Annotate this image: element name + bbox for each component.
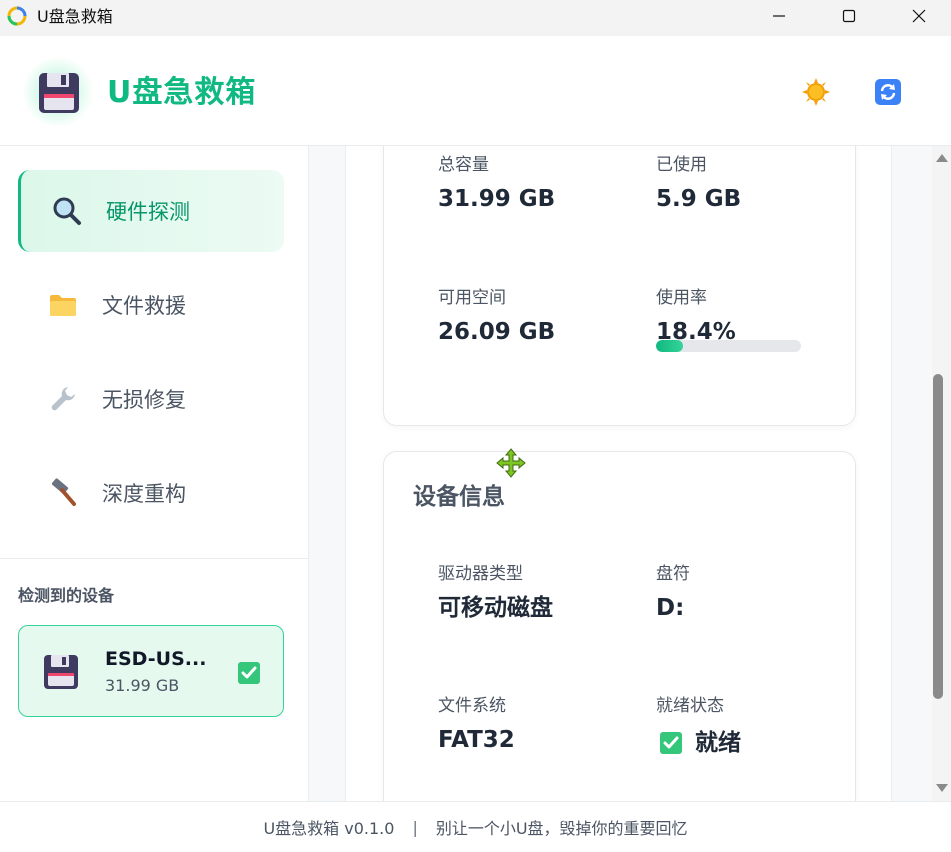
device-size: 31.99 GB [105, 676, 180, 695]
sun-icon [802, 78, 830, 106]
folder-icon [50, 295, 76, 316]
ready-status: 就绪 [659, 728, 741, 758]
capacity-card: 总容量 31.99 GB 已使用 5.9 GB 可用空间 26.09 GB 使用… [383, 146, 856, 426]
window-titlebar: U盘急救箱 [0, 0, 951, 36]
maximize-button[interactable] [826, 0, 872, 32]
file-system-label: 文件系统 [438, 696, 506, 716]
drive-type-value: 可移动磁盘 [438, 595, 553, 621]
close-icon [912, 9, 926, 23]
footer-version: U盘急救箱 v0.1.0 [263, 819, 395, 838]
floppy-disk-icon [39, 73, 79, 113]
magnifier-icon [53, 197, 81, 225]
sidebar-item-deep-rebuild[interactable]: 深度重构 [18, 452, 284, 534]
drive-type-label: 驱动器类型 [438, 564, 523, 584]
content-column: 总容量 31.99 GB 已使用 5.9 GB 可用空间 26.09 GB 使用… [345, 146, 892, 801]
close-button[interactable] [896, 0, 942, 32]
total-capacity-value: 31.99 GB [438, 186, 556, 212]
vertical-scrollbar[interactable] [932, 146, 951, 801]
sidebar: 硬件探测 文件救援 无损修复 深度重构 检测到的设备 ESD-US... 31.… [0, 146, 309, 801]
sidebar-item-label: 深度重构 [102, 482, 186, 506]
device-info-title: 设备信息 [413, 484, 505, 510]
scrollbar-thumb[interactable] [933, 374, 943, 699]
ready-status-label: 就绪状态 [656, 696, 724, 716]
drive-letter-label: 盘符 [656, 564, 690, 584]
app-logo-icon [7, 6, 27, 26]
device-name: ESD-US... [105, 648, 207, 670]
sidebar-item-hardware-detect[interactable]: 硬件探测 [18, 170, 284, 252]
minimize-button[interactable] [756, 0, 802, 32]
sidebar-divider [0, 558, 308, 559]
device-card[interactable]: ESD-US... 31.99 GB [18, 625, 284, 717]
main-content: 总容量 31.99 GB 已使用 5.9 GB 可用空间 26.09 GB 使用… [309, 146, 932, 801]
refresh-button[interactable] [872, 76, 904, 108]
free-space-value: 26.09 GB [438, 319, 556, 345]
usage-progress-bar [656, 340, 801, 352]
maximize-icon [842, 9, 856, 23]
theme-toggle-button[interactable] [800, 76, 832, 108]
floppy-disk-icon [44, 655, 78, 689]
check-box-icon [238, 662, 260, 684]
ready-status-value: 就绪 [695, 730, 741, 756]
footer-separator: | [412, 817, 418, 837]
usage-rate-label: 使用率 [656, 288, 707, 308]
refresh-icon [875, 79, 901, 105]
app-name: U盘急救箱 [107, 75, 257, 110]
sidebar-item-label: 硬件探测 [106, 200, 190, 224]
footer-slogan: 别让一个小U盘，毁掉你的重要回忆 [435, 819, 688, 838]
minimize-icon [773, 15, 785, 17]
used-value: 5.9 GB [656, 186, 742, 212]
free-space-label: 可用空间 [438, 288, 506, 308]
sidebar-item-label: 文件救援 [102, 294, 186, 318]
sidebar-item-lossless-repair[interactable]: 无损修复 [18, 358, 284, 440]
file-system-value: FAT32 [438, 727, 515, 753]
app-header: U盘急救箱 [0, 36, 951, 146]
move-cursor-icon [496, 448, 526, 478]
drive-letter-value: D: [656, 595, 685, 621]
device-info-card: 设备信息 驱动器类型 可移动磁盘 盘符 D: 文件系统 FAT32 就绪状态 就… [383, 451, 856, 801]
wrench-icon [51, 387, 75, 411]
scroll-down-arrow-icon[interactable] [936, 784, 948, 792]
devices-section-title: 检测到的设备 [18, 586, 115, 605]
scroll-up-arrow-icon[interactable] [936, 154, 948, 162]
window-title: U盘急救箱 [37, 7, 113, 26]
sidebar-item-file-rescue[interactable]: 文件救援 [18, 264, 284, 346]
footer: U盘急救箱 v0.1.0 | 别让一个小U盘，毁掉你的重要回忆 [0, 801, 951, 852]
sidebar-item-label: 无损修复 [102, 388, 186, 412]
usage-progress-fill [656, 340, 683, 352]
used-label: 已使用 [656, 155, 707, 175]
total-capacity-label: 总容量 [438, 155, 489, 175]
hammer-icon [51, 478, 76, 506]
check-box-icon [660, 732, 682, 754]
